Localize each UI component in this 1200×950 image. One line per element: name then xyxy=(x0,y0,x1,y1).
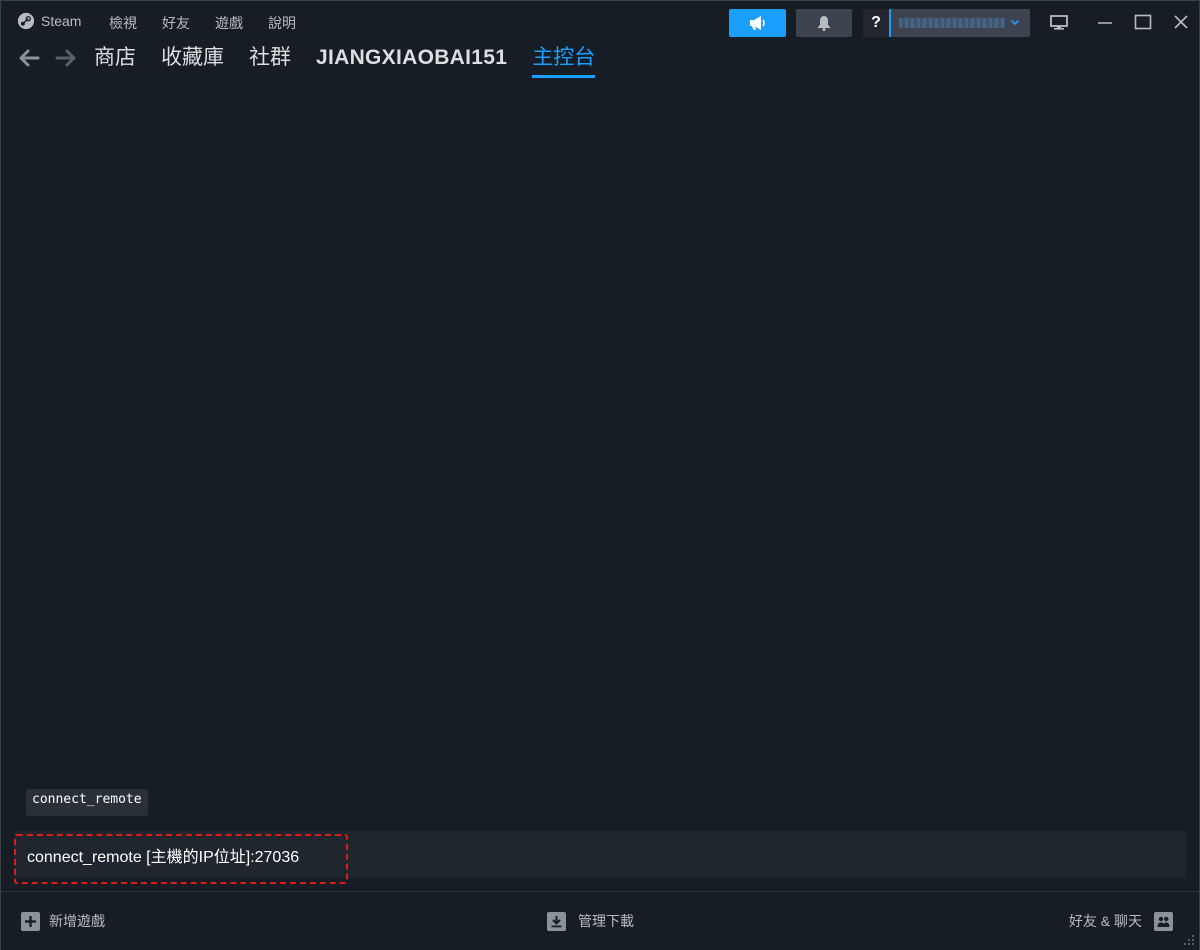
minimize-icon xyxy=(1098,22,1112,24)
nav-library[interactable]: 收藏庫 xyxy=(161,45,224,75)
menu-item-help[interactable]: 說明 xyxy=(268,13,296,33)
menu-bar: Steam 檢視 好友 遊戲 說明 ? xyxy=(1,1,1199,41)
resize-grip-icon[interactable] xyxy=(1183,934,1195,946)
friends-chat-label: 好友 & 聊天 xyxy=(1068,913,1142,929)
add-game-button[interactable]: 新增遊戲 xyxy=(21,910,105,932)
monitor-icon xyxy=(1050,15,1068,30)
account-menu[interactable]: ? xyxy=(863,9,1030,37)
forward-arrow-icon[interactable] xyxy=(54,47,78,69)
manage-downloads-button[interactable]: 管理下載 xyxy=(547,910,634,932)
account-name-redacted xyxy=(899,18,1005,28)
back-arrow-icon[interactable] xyxy=(17,47,41,69)
bell-icon xyxy=(818,16,830,31)
menu-items: 檢視 好友 遊戲 說明 xyxy=(109,13,321,33)
plus-icon xyxy=(21,911,40,931)
download-icon xyxy=(547,911,566,931)
console-area: connect_remote xyxy=(1,77,1199,891)
console-input-row xyxy=(14,831,1186,878)
menu-item-friends[interactable]: 好友 xyxy=(162,13,190,33)
add-game-label: 新增遊戲 xyxy=(49,913,105,929)
nav-bar: 商店 收藏庫 社群 JIANGXIAOBAI151 主控台 xyxy=(1,41,1199,78)
megaphone-icon xyxy=(749,16,765,30)
bottom-bar: 新增遊戲 管理下載 好友 & 聊天 xyxy=(1,891,1199,950)
menu-item-view[interactable]: 檢視 xyxy=(109,13,137,33)
big-picture-button[interactable] xyxy=(1046,10,1072,34)
nav-profile[interactable]: JIANGXIAOBAI151 xyxy=(316,45,507,75)
chevron-down-icon xyxy=(1010,19,1020,26)
steam-menu[interactable]: Steam xyxy=(17,12,81,30)
close-icon xyxy=(1174,15,1188,29)
close-button[interactable] xyxy=(1168,10,1194,34)
friends-chat-button[interactable]: 好友 & 聊天 xyxy=(1069,910,1173,932)
steam-menu-label: Steam xyxy=(41,13,82,29)
help-icon[interactable]: ? xyxy=(863,9,891,37)
nav-community[interactable]: 社群 xyxy=(249,45,291,75)
nav-store[interactable]: 商店 xyxy=(94,45,136,75)
menu-item-games[interactable]: 遊戲 xyxy=(215,13,243,33)
steam-logo-icon xyxy=(17,12,35,30)
steam-window: Steam 檢視 好友 遊戲 說明 ? 商店 收藏庫 社群 JIANGXIAOB… xyxy=(0,0,1200,950)
manage-downloads-label: 管理下載 xyxy=(578,913,634,929)
nav-console[interactable]: 主控台 xyxy=(532,45,596,78)
autocomplete-suggestion[interactable]: connect_remote xyxy=(26,789,148,816)
notifications-button[interactable] xyxy=(796,9,852,37)
maximize-icon xyxy=(1134,14,1152,30)
announcements-button[interactable] xyxy=(729,9,786,37)
nav-links: 商店 收藏庫 社群 JIANGXIAOBAI151 主控台 xyxy=(94,45,620,78)
friends-icon xyxy=(1154,911,1173,931)
maximize-button[interactable] xyxy=(1130,10,1156,34)
console-input[interactable] xyxy=(14,831,1186,878)
minimize-button[interactable] xyxy=(1092,10,1118,34)
